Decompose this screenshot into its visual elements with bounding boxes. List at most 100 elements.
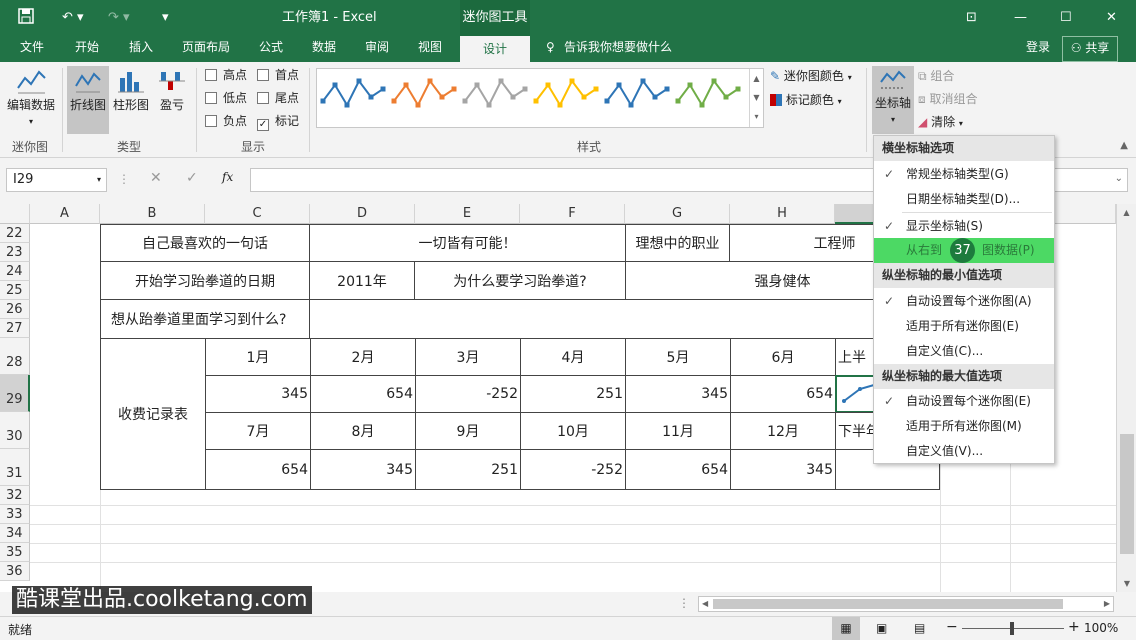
show-axis-item[interactable]: ✓ 显示坐标轴(S) xyxy=(874,214,1054,239)
fee-value-cell[interactable]: 345 xyxy=(310,449,416,490)
tab-file[interactable]: 文件 xyxy=(20,36,44,62)
start-date-value[interactable]: 2011年 xyxy=(309,261,415,300)
undo-icon[interactable]: ↶ ▾ xyxy=(62,0,84,36)
fee-value-cell[interactable]: 345 xyxy=(625,375,731,413)
maximize-icon[interactable]: ☐ xyxy=(1060,0,1072,36)
column-header[interactable]: C xyxy=(205,204,310,224)
gallery-scroll[interactable]: ▲ ▼ ▾ xyxy=(749,69,763,127)
close-icon[interactable]: ✕ xyxy=(1106,0,1117,36)
month-cell[interactable]: 11月 xyxy=(625,412,731,450)
scroll-left-icon[interactable]: ◀ xyxy=(702,599,708,608)
column-header[interactable]: B xyxy=(100,204,205,224)
fee-value-cell[interactable]: 654 xyxy=(205,449,311,490)
tab-page-layout[interactable]: 页面布局 xyxy=(182,36,230,62)
group-button[interactable]: ⧉ 组合 xyxy=(918,67,954,85)
fee-value-cell[interactable]: -252 xyxy=(520,449,626,490)
tab-insert[interactable]: 插入 xyxy=(129,36,153,62)
tab-design[interactable]: 设计 xyxy=(460,36,530,62)
fee-value-cell[interactable]: 654 xyxy=(625,449,731,490)
column-header[interactable]: G xyxy=(625,204,730,224)
ideal-job-label[interactable]: 理想中的职业 xyxy=(625,224,730,262)
row-header[interactable]: 26 xyxy=(0,300,30,319)
favorite-quote-label[interactable]: 自己最喜欢的一句话 xyxy=(100,224,310,262)
right-to-left-item[interactable]: 从右到 37 图数据(P) xyxy=(874,238,1054,263)
line-type-button[interactable]: 折线图 xyxy=(67,66,109,134)
max-auto-item[interactable]: ✓ 自动设置每个迷你图(E) xyxy=(874,389,1054,414)
min-custom-item[interactable]: 自定义值(C)... xyxy=(874,339,1054,364)
month-cell[interactable]: 4月 xyxy=(520,338,626,376)
fee-value-cell[interactable]: 251 xyxy=(520,375,626,413)
column-header[interactable]: F xyxy=(520,204,625,224)
select-all-corner[interactable] xyxy=(0,204,30,224)
style-gallery[interactable]: ▲ ▼ ▾ xyxy=(316,68,764,128)
month-cell[interactable]: 12月 xyxy=(730,412,836,450)
row-header[interactable]: 23 xyxy=(0,243,30,262)
column-header[interactable]: E xyxy=(415,204,520,224)
general-axis-type-item[interactable]: ✓ 常规坐标轴类型(G) xyxy=(874,162,1054,187)
page-layout-view-icon[interactable]: ▣ xyxy=(876,621,887,635)
row-header[interactable]: 24 xyxy=(0,262,30,281)
month-cell[interactable]: 2月 xyxy=(310,338,416,376)
page-break-view-icon[interactable]: ▤ xyxy=(914,621,925,635)
last-point-checkbox[interactable]: 尾点 xyxy=(257,89,299,107)
high-point-checkbox[interactable]: 高点 xyxy=(205,66,247,84)
zoom-in-icon[interactable]: + xyxy=(1068,619,1080,635)
cancel-icon[interactable]: ✕ xyxy=(150,170,162,186)
month-cell[interactable]: 9月 xyxy=(415,412,521,450)
zoom-out-icon[interactable]: − xyxy=(946,619,958,635)
low-point-checkbox[interactable]: 低点 xyxy=(205,89,247,107)
clear-button[interactable]: ◢ 清除 ▾ xyxy=(918,113,963,131)
row-header[interactable]: 25 xyxy=(0,281,30,300)
insert-function-icon[interactable]: fx xyxy=(222,170,233,184)
tell-me-search[interactable]: 告诉我你想要做什么 xyxy=(564,36,672,62)
markers-checkbox[interactable]: ✓ 标记 xyxy=(257,112,299,131)
fee-value-cell[interactable]: -252 xyxy=(415,375,521,413)
redo-icon[interactable]: ↷ ▾ xyxy=(108,0,130,36)
zoom-slider-thumb[interactable] xyxy=(1010,622,1014,635)
start-date-label[interactable]: 开始学习跆拳道的日期 xyxy=(100,261,310,300)
name-box[interactable]: I29 ▾ xyxy=(6,168,107,192)
reason-label[interactable]: 为什么要学习跆拳道? xyxy=(414,261,626,300)
scroll-thumb[interactable] xyxy=(1120,434,1134,554)
customize-qat-icon[interactable]: ▾ xyxy=(162,0,169,36)
max-custom-item[interactable]: 自定义值(V)... xyxy=(874,439,1054,464)
row-header[interactable]: 27 xyxy=(0,319,30,338)
column-header[interactable]: H xyxy=(730,204,835,224)
collapse-ribbon-icon[interactable]: ▲ xyxy=(1120,140,1128,151)
tab-data[interactable]: 数据 xyxy=(312,36,336,62)
row-header[interactable]: 29 xyxy=(0,375,30,412)
learn-goal-value[interactable] xyxy=(309,299,940,339)
fee-record-label[interactable]: 收费记录表 xyxy=(100,338,206,490)
min-all-item[interactable]: 适用于所有迷你图(E) xyxy=(874,314,1054,339)
row-header[interactable]: 31 xyxy=(0,449,30,486)
edit-data-button[interactable]: 编辑数据 ▾ xyxy=(4,66,58,130)
row-header[interactable]: 35 xyxy=(0,543,30,562)
column-type-button[interactable]: 柱形图 xyxy=(111,66,151,134)
month-cell[interactable]: 8月 xyxy=(310,412,416,450)
month-cell[interactable]: 7月 xyxy=(205,412,311,450)
month-cell[interactable]: 6月 xyxy=(730,338,836,376)
learn-goal-label[interactable]: 想从跆拳道里面学习到什么? xyxy=(100,299,310,339)
row-header[interactable]: 36 xyxy=(0,562,30,581)
sparkline-color-button[interactable]: ✎ 迷你图颜色 ▾ xyxy=(770,67,852,85)
month-cell[interactable]: 10月 xyxy=(520,412,626,450)
ribbon-display-icon[interactable]: ⊡ xyxy=(966,0,977,36)
minimize-icon[interactable]: — xyxy=(1014,0,1027,36)
tab-view[interactable]: 视图 xyxy=(418,36,442,62)
month-cell[interactable]: 5月 xyxy=(625,338,731,376)
scroll-thumb[interactable] xyxy=(713,599,1063,609)
enter-icon[interactable]: ✓ xyxy=(186,170,198,186)
zoom-level[interactable]: 100% xyxy=(1084,621,1118,635)
horizontal-scrollbar[interactable]: ◀ ▶ xyxy=(698,596,1114,612)
save-icon[interactable] xyxy=(18,0,34,36)
column-header[interactable]: A xyxy=(30,204,100,224)
fee-value-cell[interactable]: 345 xyxy=(730,449,836,490)
fee-value-cell[interactable]: 251 xyxy=(415,449,521,490)
scroll-right-icon[interactable]: ▶ xyxy=(1104,599,1110,608)
row-header[interactable]: 22 xyxy=(0,224,30,243)
scroll-up-icon[interactable]: ▲ xyxy=(1117,208,1136,217)
month-cell[interactable]: 1月 xyxy=(205,338,311,376)
fee-value-cell[interactable]: 654 xyxy=(730,375,836,413)
row-header[interactable]: 34 xyxy=(0,524,30,543)
scroll-down-icon[interactable]: ▼ xyxy=(1117,579,1136,588)
